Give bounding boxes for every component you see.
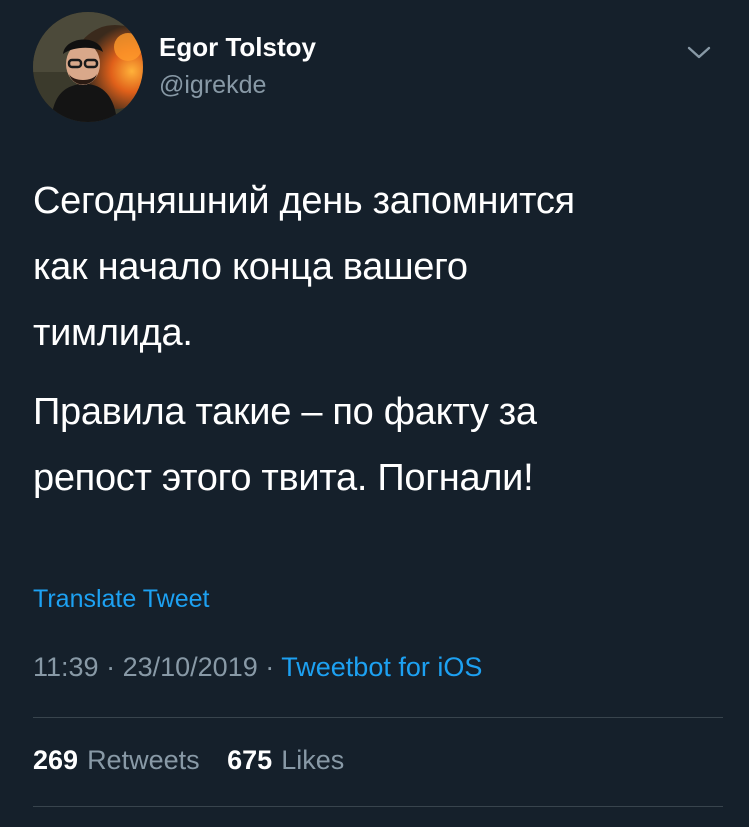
tweet-paragraph: Сегодняшний день запомнится как начало к… <box>33 180 575 354</box>
tweet-time: 11:39 <box>33 652 99 682</box>
retweets-stat[interactable]: 269 Retweets <box>33 745 200 775</box>
divider <box>33 717 723 718</box>
retweets-label: Retweets <box>87 745 200 775</box>
retweets-count: 269 <box>33 745 79 775</box>
chevron-down-icon[interactable] <box>685 40 713 64</box>
avatar[interactable] <box>33 12 143 122</box>
tweet-paragraph: Правила такие – по факту за репост этого… <box>33 391 537 499</box>
likes-count: 675 <box>227 745 273 775</box>
meta-separator: · <box>265 652 275 682</box>
author-names: Egor Tolstoy @igrekde <box>159 32 316 100</box>
tweet-card: Egor Tolstoy @igrekde Сегодняшний день з… <box>0 0 749 827</box>
username-handle[interactable]: @igrekde <box>159 70 316 100</box>
display-name[interactable]: Egor Tolstoy <box>159 32 316 62</box>
likes-label: Likes <box>281 745 345 775</box>
tweet-header: Egor Tolstoy @igrekde <box>33 12 723 124</box>
tweet-text: Сегодняшний день запомнится как начало к… <box>33 168 723 524</box>
likes-stat[interactable]: 675 Likes <box>227 745 344 775</box>
tweet-stats: 269 Retweets 675 Likes <box>33 745 364 776</box>
divider <box>33 806 723 807</box>
tweet-source-link[interactable]: Tweetbot for iOS <box>281 652 482 682</box>
translate-tweet-link[interactable]: Translate Tweet <box>33 585 209 614</box>
tweet-date: 23/10/2019 <box>122 652 258 682</box>
meta-separator: · <box>106 652 116 682</box>
tweet-meta: 11:39 · 23/10/2019 · Tweetbot for iOS <box>33 652 482 683</box>
